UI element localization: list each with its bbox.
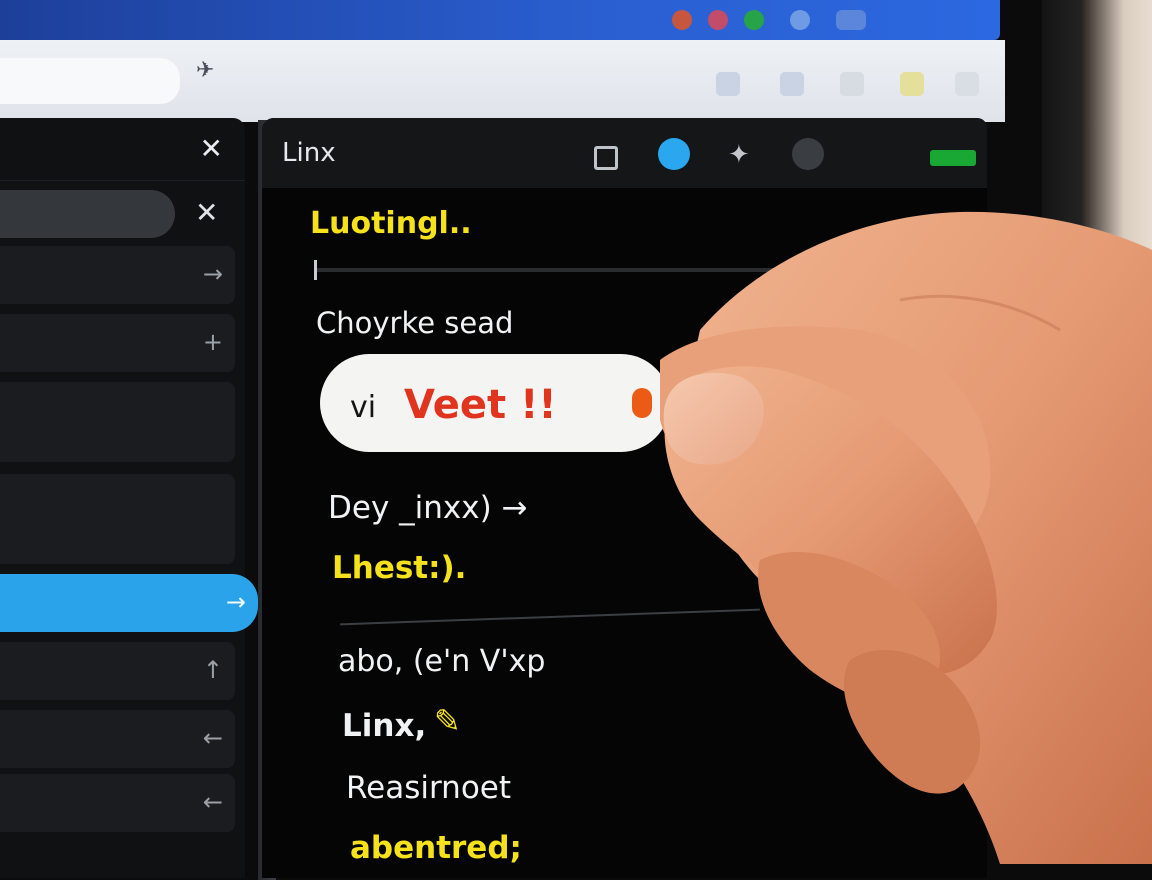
terminal-line: Dey _inxx) → xyxy=(328,490,528,526)
window-dot-icon[interactable] xyxy=(790,10,810,30)
progress-handle[interactable] xyxy=(314,260,317,280)
star-icon[interactable] xyxy=(900,72,924,96)
terminal-header: Linx ✦ xyxy=(262,118,987,188)
arrow-left-icon: ← xyxy=(202,724,223,752)
input-value: Veet !! xyxy=(404,382,557,428)
sidebar-item[interactable]: ← xyxy=(0,774,235,832)
terminal-line: Choyrke sead xyxy=(316,306,514,340)
progress-track[interactable] xyxy=(314,260,794,280)
settings-icon[interactable]: ✦ xyxy=(728,140,756,170)
close-icon[interactable]: ✕ xyxy=(200,132,223,165)
output-separator xyxy=(340,608,760,626)
sidebar-header: ✕ xyxy=(0,118,245,181)
window-dot-icon[interactable] xyxy=(672,10,692,30)
window-control-icon[interactable] xyxy=(836,10,866,30)
input-prefix: vi xyxy=(350,390,377,425)
clear-search-icon[interactable]: ✕ xyxy=(195,196,218,229)
pin-icon[interactable]: ✈ xyxy=(196,58,214,83)
maximize-icon[interactable] xyxy=(594,146,618,170)
sidebar-item[interactable]: → xyxy=(0,246,235,304)
command-input[interactable]: vi Veet !! xyxy=(320,354,670,452)
record-icon[interactable] xyxy=(632,388,652,418)
terminal-title: Linx xyxy=(282,138,336,168)
sidebar-item[interactable] xyxy=(0,382,235,462)
sidebar-item[interactable]: y ↑ xyxy=(0,642,235,700)
background-wall xyxy=(1082,0,1152,864)
terminal-line: Lhest:). xyxy=(332,550,467,586)
sidebar-item[interactable]: ← xyxy=(0,710,235,768)
extension-icon[interactable] xyxy=(840,72,864,96)
sidebar-item[interactable] xyxy=(0,474,235,564)
window-dot-icon[interactable] xyxy=(708,10,728,30)
terminal-window: Linx ✦ Luotingl.. Choyrke sead vi Veet !… xyxy=(262,118,987,878)
terminal-line: abo, (e'n V'xp xyxy=(338,644,546,679)
terminal-line: Luotingl.. xyxy=(310,206,472,241)
pencil-icon: ✎ xyxy=(434,702,461,740)
plus-icon: + xyxy=(202,328,223,356)
sidebar-item-active[interactable]: → xyxy=(0,574,258,632)
browser-title-bar xyxy=(0,0,1000,40)
terminal-line: abentred; xyxy=(350,830,522,866)
window-icon[interactable] xyxy=(716,72,740,96)
user-icon[interactable] xyxy=(792,138,824,170)
sidebar-search-input[interactable] xyxy=(0,190,175,238)
bookmark-icon[interactable] xyxy=(780,72,804,96)
arrow-right-icon: → xyxy=(202,260,223,288)
address-bar[interactable] xyxy=(0,58,180,104)
arrow-right-icon: → xyxy=(225,588,246,616)
terminal-line: Reasirnoet xyxy=(346,770,512,806)
status-indicator xyxy=(930,150,976,166)
sidebar-item[interactable]: y + xyxy=(0,314,235,372)
arrow-up-icon: ↑ xyxy=(202,656,223,684)
status-dot-icon[interactable] xyxy=(658,138,690,170)
arrow-left-icon: ← xyxy=(202,788,223,816)
terminal-line: Linx, xyxy=(342,708,427,744)
menu-icon[interactable] xyxy=(955,72,979,96)
sidebar-panel: ✕ ✕ → y + → y ↑ ← ← xyxy=(0,118,258,878)
window-dot-icon[interactable] xyxy=(744,10,764,30)
browser-toolbar: ✈ xyxy=(0,40,1005,122)
